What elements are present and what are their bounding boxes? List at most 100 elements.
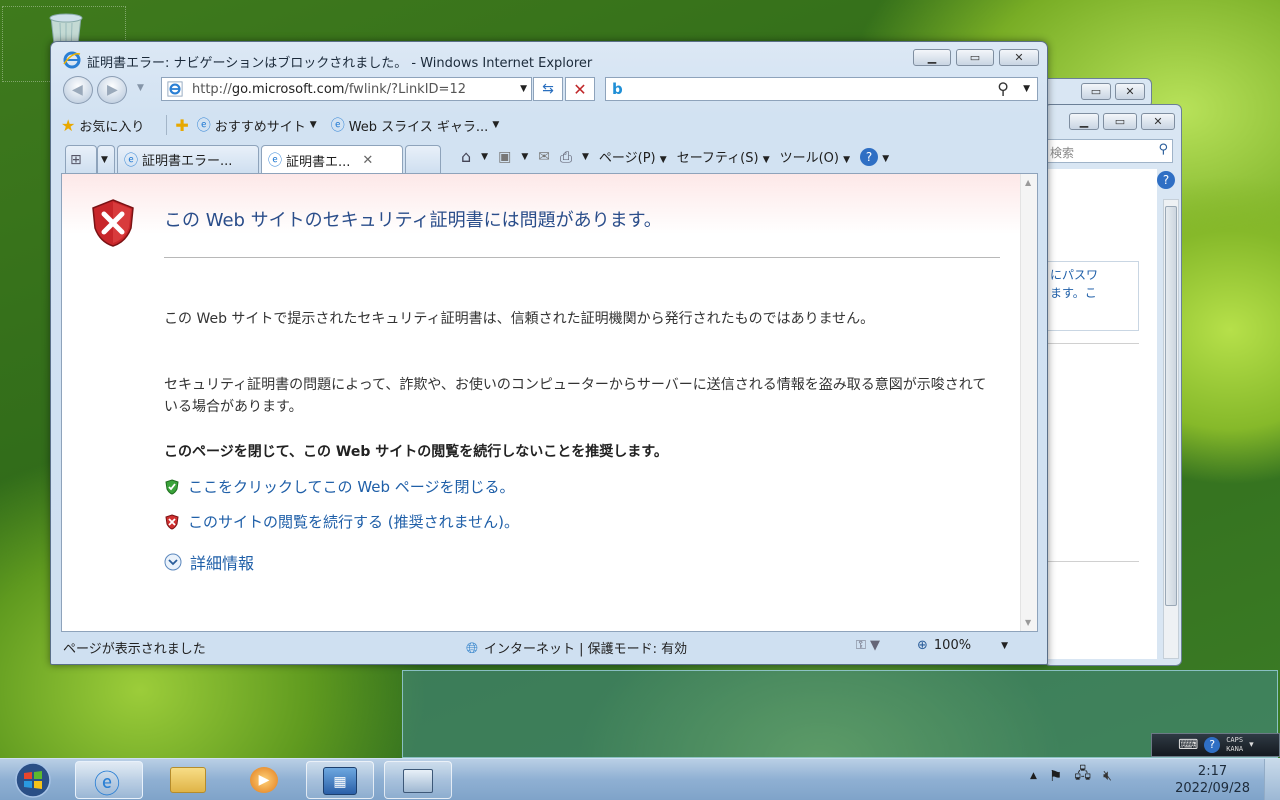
ime-help-icon[interactable]: ? xyxy=(1204,737,1221,753)
taskbar: ⓔ ▶ ▦ ▲ ⚑ 🖧︎ 🔇︎ 2:17 2022/09/28 xyxy=(0,758,1280,800)
print-icon[interactable]: ⎙ xyxy=(560,148,572,166)
network-icon[interactable]: 🖧︎ xyxy=(1074,763,1091,788)
chevron-down-icon: ▼ xyxy=(843,155,851,165)
taskbar-control-panel-window[interactable]: ▦ xyxy=(306,761,374,799)
forward-button[interactable]: ▶ xyxy=(97,76,127,104)
command-bar: ⌂ ▼ ▣ ▼ ✉ ⎙ ▼ ページ(P) ▼ セーフティ(S) ▼ ツール(O)… xyxy=(461,147,889,166)
ie-page-icon: ⓔ xyxy=(124,152,138,169)
back-button[interactable]: ◀ xyxy=(63,76,93,104)
taskbar-remote-window[interactable] xyxy=(384,761,452,799)
favorites-bar: ★ お気に入り ✚ ⓔ おすすめサイト ▼ ⓔ Web スライス ギャラ... … xyxy=(61,112,1037,138)
compat-view-icon: ⇆ xyxy=(542,81,554,97)
zoom-value: 100% xyxy=(933,638,972,653)
tools-menu[interactable]: ツール(O) ▼ xyxy=(780,147,850,166)
quick-tabs-button[interactable]: ⊞ xyxy=(65,145,97,173)
ie-icon xyxy=(63,51,81,69)
add-to-favorites-bar-icon[interactable]: ✚ xyxy=(175,116,188,135)
security-zone[interactable]: 🌐︎ インターネット | 保護モード: 有効 xyxy=(466,638,687,658)
volume-muted-icon[interactable]: 🔇︎ xyxy=(1103,768,1112,784)
page-ie-icon xyxy=(167,81,183,97)
close-tab-icon[interactable]: ✕ xyxy=(362,153,373,168)
favorites-label: お気に入り xyxy=(79,119,145,135)
taskbar-media-player[interactable]: ▶ xyxy=(230,761,298,799)
taskbar-windows-explorer[interactable] xyxy=(154,761,222,799)
help-icon[interactable]: ? xyxy=(1157,171,1175,189)
system-clock[interactable]: 2:17 2022/09/28 xyxy=(1175,763,1250,797)
stop-button[interactable]: ✕ xyxy=(565,77,595,101)
home-icon[interactable]: ⌂ xyxy=(461,147,471,166)
feeds-icon[interactable]: ▣ xyxy=(498,149,511,165)
zoom-level[interactable]: ⊕ 100% ▼ xyxy=(917,638,1008,653)
internet-explorer-window[interactable]: 証明書エラー: ナビゲーションはブロックされました。 - Windows Int… xyxy=(50,41,1048,665)
address-domain: go.microsoft.com xyxy=(231,82,345,97)
ie-page-icon: ⓔ xyxy=(330,118,345,134)
language-bar[interactable]: ⌨ ? CAPS KANA ▾ xyxy=(1151,733,1280,757)
continue-to-site-link[interactable]: このサイトの閲覧を続行する (推奨されません)。 xyxy=(164,511,519,532)
restore-icon[interactable]: ▭ xyxy=(1081,83,1111,100)
quick-tabs-icon: ⊞ xyxy=(70,151,82,168)
recent-pages-dropdown-icon[interactable]: ▼ xyxy=(137,83,144,93)
langbar-options-icon[interactable]: ▾ xyxy=(1249,740,1254,750)
error-description-1: この Web サイトで提示されたセキュリティ証明書は、信頼された証明機関から発行… xyxy=(164,311,875,327)
search-dropdown-icon[interactable]: ▼ xyxy=(1023,84,1030,94)
tab-certificate-error-2[interactable]: ⓔ 証明書エ... ✕ xyxy=(261,145,403,174)
close-icon[interactable]: ✕ xyxy=(1115,83,1145,100)
title-divider xyxy=(164,257,1000,258)
scroll-up-icon[interactable]: ▲ xyxy=(1025,178,1031,187)
background-window-front[interactable]: ▁ ▭ ✕ 検索 ⚲ ? にパスワ ます。こ xyxy=(1044,104,1182,666)
address-dropdown-icon[interactable]: ▼ xyxy=(520,84,527,94)
tab-label: 証明書エラー... xyxy=(142,154,233,169)
status-text: ページが表示されました xyxy=(63,642,206,657)
search-input[interactable]: b ⚲ ▼ xyxy=(605,77,1038,101)
scroll-down-icon[interactable]: ▼ xyxy=(1025,618,1031,627)
mail-icon[interactable]: ✉ xyxy=(538,149,550,165)
vertical-scrollbar[interactable]: ▲ ▼ xyxy=(1020,174,1037,631)
show-hidden-icons-icon[interactable]: ▲ xyxy=(1030,771,1037,781)
chevron-down-icon[interactable]: ▼ xyxy=(521,152,528,162)
new-tab-button[interactable] xyxy=(405,145,441,173)
bg-search-box[interactable]: 検索 ⚲ xyxy=(1045,139,1173,163)
close-icon[interactable]: ✕ xyxy=(999,49,1039,66)
help-menu[interactable]: ? ▼ xyxy=(860,147,889,166)
bg-info-box: にパスワ ます。こ xyxy=(1045,261,1139,331)
suggested-sites-button[interactable]: ⓔ おすすめサイト ▼ xyxy=(197,115,317,135)
chevron-down-icon: ▼ xyxy=(492,120,500,130)
restore-icon[interactable]: ▭ xyxy=(1103,113,1137,130)
bg-search-text: 検索 xyxy=(1050,146,1075,160)
close-icon[interactable]: ✕ xyxy=(1141,113,1175,130)
title-bar[interactable]: 証明書エラー: ナビゲーションはブロックされました。 - Windows Int… xyxy=(51,42,1047,76)
keyboard-icon[interactable]: ⌨ xyxy=(1178,737,1198,753)
action-center-flag-icon[interactable]: ⚑ xyxy=(1049,767,1062,785)
bg-scrollbar[interactable] xyxy=(1163,199,1179,659)
show-desktop-button[interactable] xyxy=(1264,759,1280,800)
restore-icon[interactable]: ▭ xyxy=(956,49,994,66)
taskbar-internet-explorer[interactable]: ⓔ xyxy=(75,761,143,800)
green-shield-check-icon xyxy=(165,478,179,495)
web-slice-gallery-button[interactable]: ⓔ Web スライス ギャラ... ▼ xyxy=(331,115,500,135)
popup-blocker-icon[interactable]: ⚿ ▼ xyxy=(856,638,880,653)
address-url[interactable]: http://go.microsoft.com/fwlink/?LinkID=1… xyxy=(192,82,510,97)
bg-scroll-thumb[interactable] xyxy=(1165,206,1177,606)
page-menu[interactable]: ページ(P) ▼ xyxy=(599,147,667,166)
minimize-icon[interactable]: ▁ xyxy=(1069,113,1099,130)
chevron-down-icon[interactable]: ▼ xyxy=(582,152,589,162)
tab-certificate-error-1[interactable]: ⓔ 証明書エラー... xyxy=(117,145,259,173)
tab-label: 証明書エ... xyxy=(286,154,351,170)
bing-icon: b xyxy=(612,80,623,98)
safety-menu-label: セーフティ(S) xyxy=(676,151,759,166)
favorites-button[interactable]: ★ お気に入り xyxy=(61,116,144,135)
back-arrow-icon: ◀ xyxy=(72,82,83,98)
more-information-toggle[interactable]: 詳細情報 xyxy=(164,550,254,574)
tab-list-dropdown[interactable]: ▼ xyxy=(97,145,115,173)
search-icon[interactable]: ⚲ xyxy=(1158,142,1168,157)
minimize-icon[interactable]: ▁ xyxy=(913,49,951,66)
search-icon[interactable]: ⚲ xyxy=(997,79,1009,98)
chevron-down-icon[interactable]: ▼ xyxy=(481,152,488,162)
address-bar[interactable]: http://go.microsoft.com/fwlink/?LinkID=1… xyxy=(161,77,532,101)
safety-menu[interactable]: セーフティ(S) ▼ xyxy=(677,147,770,166)
address-path: /fwlink/?LinkID=12 xyxy=(344,82,466,97)
close-page-link[interactable]: ここをクリックしてこの Web ページを閉じる。 xyxy=(164,476,515,497)
chevron-down-icon: ▼ xyxy=(659,155,667,165)
compatibility-view-button[interactable]: ⇆ xyxy=(533,77,563,101)
start-button-icon[interactable] xyxy=(10,761,56,799)
